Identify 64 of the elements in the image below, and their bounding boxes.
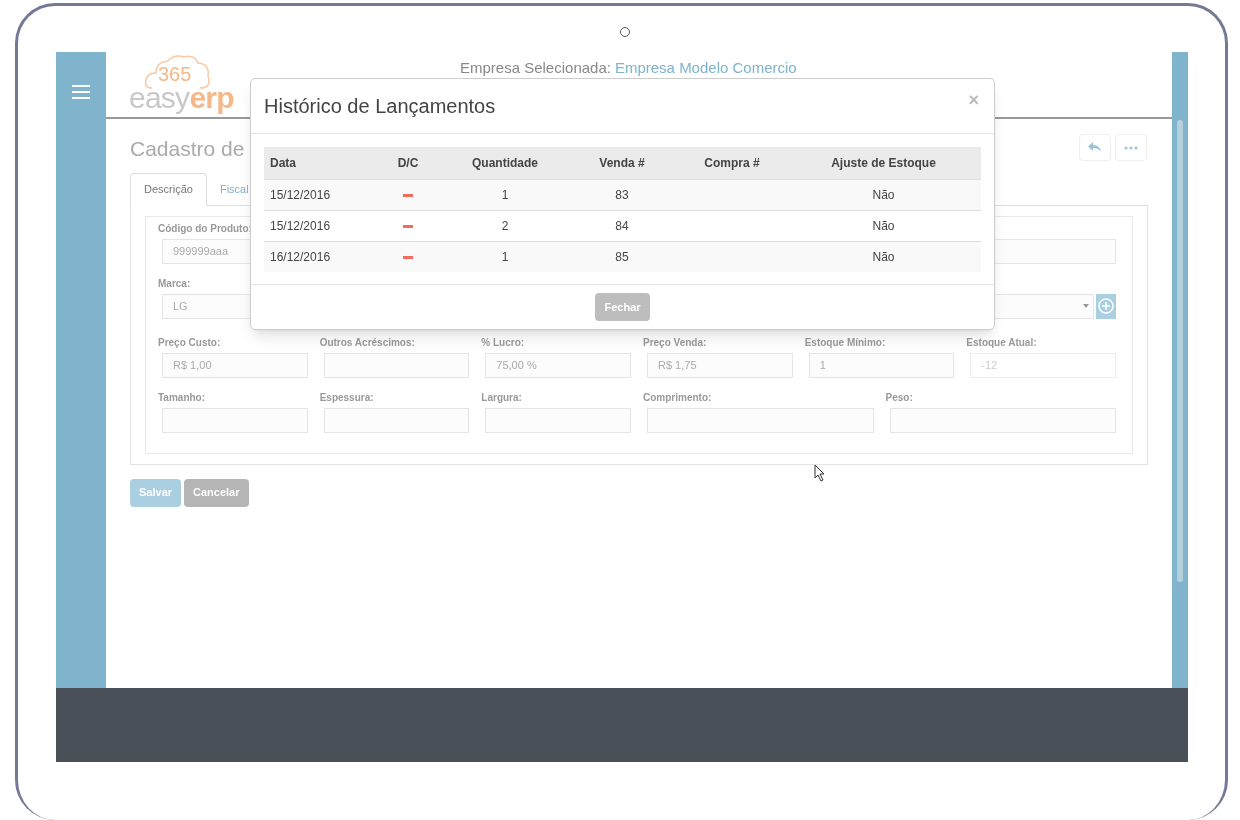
field-label: Espessura: [319,390,374,404]
logo-number: 365 [158,64,192,84]
input-field[interactable]: R$ 1,75 [647,352,793,378]
table-cell: 84 [566,210,678,241]
column-header: Quantidade [444,147,566,179]
field-label: Estoque Mínimo: [804,335,886,349]
table-cell: 83 [566,179,678,210]
field-label: Outros Acréscimos: [319,335,415,349]
table-cell: Não [786,210,981,241]
reply-icon [1088,142,1102,153]
page-title: Cadastro de [130,136,245,162]
more-icon [1124,145,1138,150]
field-label: Código do Produto: [158,221,252,235]
input-field[interactable] [323,352,470,378]
close-dialog-button[interactable]: Fechar [595,293,650,321]
field-label: Tamanho: [158,390,206,404]
table-cell: 2 [444,210,566,241]
back-button[interactable] [1079,134,1111,161]
input-field[interactable]: 75,00 % [485,352,631,378]
column-header: Venda # [566,147,678,179]
input-field[interactable] [647,407,874,433]
cursor-icon [814,464,826,482]
input-field[interactable] [323,407,470,433]
field-label: Largura: [481,390,522,404]
modal-title: Histórico de Lançamentos [264,94,496,119]
field-label: Peso: [885,390,913,404]
table-cell: Não [786,179,981,210]
table-cell: 16/12/2016 [264,241,372,272]
table-cell: 85 [566,241,678,272]
table-cell: 15/12/2016 [264,179,372,210]
company-label: Empresa Selecionada: [460,58,611,78]
scrollbar[interactable] [1172,52,1188,688]
column-header: Ajuste de Estoque [786,147,981,179]
input-field[interactable] [485,407,631,433]
cancel-button[interactable]: Cancelar [184,478,249,507]
add-button[interactable] [1096,293,1116,319]
field-label: Estoque Atual: [966,335,1037,349]
tab[interactable]: Descrição [130,172,207,206]
input-field[interactable] [162,407,308,433]
input-field[interactable]: 1 [808,352,955,378]
logo-word-accent: erp [189,83,234,113]
field-label: Marca: [158,276,191,290]
table-cell: Não [786,241,981,272]
column-header: D/C [372,147,444,179]
table-cell: 1 [444,241,566,272]
caret-icon [1083,304,1089,308]
field-label: Preço Custo: [158,335,221,349]
field-label: Comprimento: [643,390,712,404]
field-label: Preço Venda: [643,335,707,349]
table-cell: 1 [444,179,566,210]
input-field[interactable]: R$ 1,00 [162,352,308,378]
close-button[interactable]: × [968,87,979,114]
scrollbar-thumb[interactable] [1177,120,1183,582]
more-button[interactable] [1115,134,1147,161]
save-button[interactable]: Salvar [130,478,182,507]
column-header: Data [264,147,372,179]
tab[interactable]: Fiscal [206,172,262,206]
input-field[interactable] [889,407,1116,433]
column-header: Compra # [678,147,786,179]
plus-circle-icon [1098,298,1114,314]
table-cell: 15/12/2016 [264,210,372,241]
menu-icon[interactable] [72,85,90,99]
field-label: % Lucro: [481,335,525,349]
company-link[interactable]: Empresa Modelo Comercio [614,57,797,80]
